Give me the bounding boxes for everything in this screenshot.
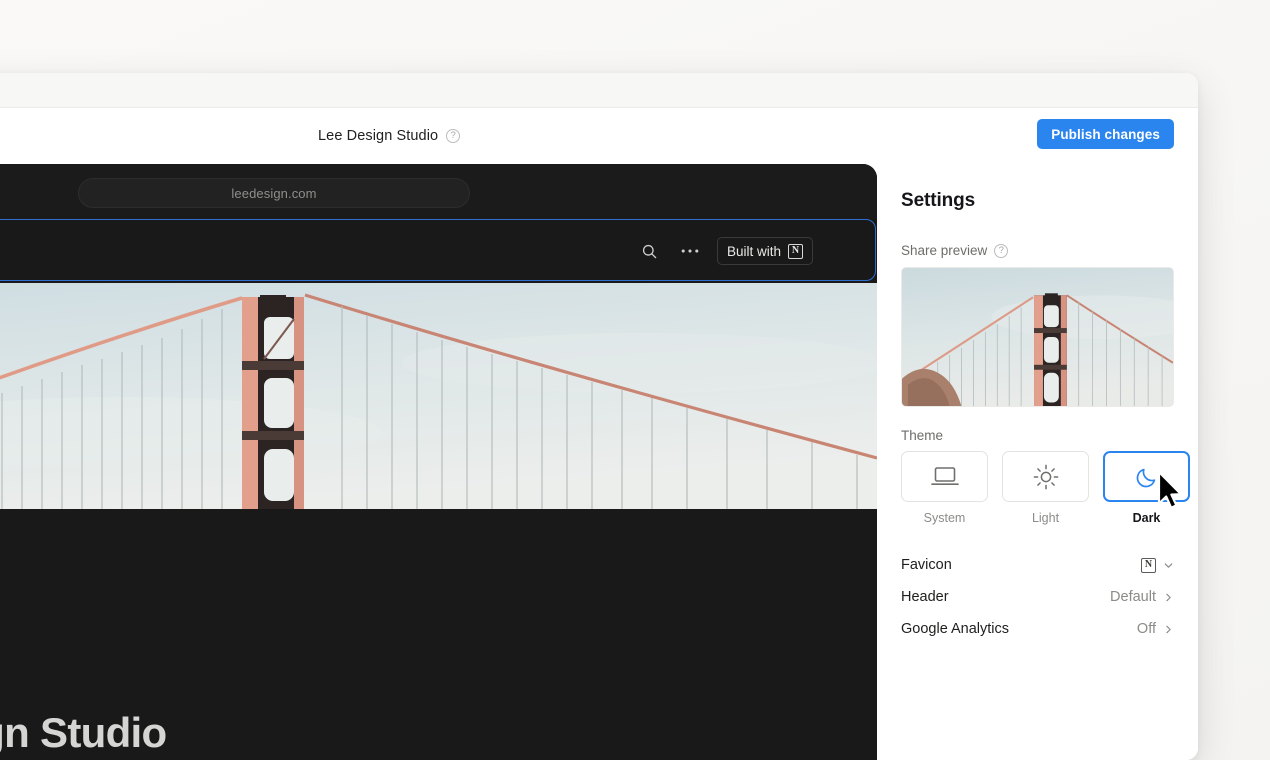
bridge-illustration: [0, 283, 877, 509]
theme-option-dark[interactable]: Dark: [1103, 451, 1190, 525]
page-title: Lee Design Studio: [318, 128, 438, 144]
settings-rows: Favicon N Header Default: [901, 549, 1174, 645]
ellipsis-icon[interactable]: [677, 238, 703, 264]
settings-row-label: Header: [901, 589, 949, 605]
settings-row-value: Default: [1110, 589, 1156, 605]
help-circle-icon[interactable]: ?: [446, 129, 460, 143]
notion-logo-icon: N: [1141, 558, 1156, 573]
built-with-notion-badge[interactable]: Built with N: [717, 237, 813, 265]
sun-icon: [1032, 463, 1060, 491]
preview-url-bar[interactable]: leedesign.com: [78, 178, 470, 208]
share-preview-label: Share preview: [901, 243, 987, 258]
header-title-group: Lee Design Studio ?: [318, 108, 460, 164]
settings-row-label: Favicon: [901, 557, 952, 573]
moon-icon: [1134, 464, 1160, 490]
site-nav-bar: Built with N: [0, 219, 876, 281]
theme-label-dark: Dark: [1103, 511, 1190, 525]
settings-row-favicon[interactable]: Favicon N: [901, 549, 1174, 581]
laptop-icon: [929, 464, 961, 490]
settings-row-header[interactable]: Header Default: [901, 581, 1174, 613]
preview-url-text: leedesign.com: [231, 186, 316, 201]
theme-label-light: Light: [1002, 511, 1089, 525]
settings-row-google-analytics[interactable]: Google Analytics Off: [901, 613, 1174, 645]
help-circle-icon[interactable]: ?: [994, 244, 1008, 258]
bridge-thumbnail-illustration: [902, 268, 1173, 406]
theme-label-system: System: [901, 511, 988, 525]
window-body: leedesign.com: [0, 164, 1198, 760]
chevron-right-icon: [1163, 624, 1174, 635]
site-hero-title: Lee Design Studio: [0, 709, 166, 757]
settings-row-value-group: Off: [1137, 621, 1174, 637]
share-preview-label-row: Share preview ?: [901, 243, 1174, 258]
built-with-label: Built with: [727, 244, 781, 259]
settings-row-label: Google Analytics: [901, 621, 1009, 637]
theme-option-group: System: [901, 451, 1174, 525]
theme-label: Theme: [901, 428, 1174, 443]
share-preview-thumbnail[interactable]: [901, 267, 1174, 407]
settings-panel: Settings Share preview ?: [877, 164, 1198, 760]
hero-image: [0, 283, 877, 509]
theme-option-system[interactable]: System: [901, 451, 988, 525]
notion-logo-icon: N: [788, 244, 803, 259]
publish-changes-button[interactable]: Publish changes: [1037, 119, 1174, 149]
preview-browser-chrome: leedesign.com: [0, 164, 877, 219]
chevron-right-icon: [1163, 592, 1174, 603]
theme-box-light: [1002, 451, 1089, 502]
settings-window: Lee Design Studio ? Publish changes leed…: [0, 73, 1198, 760]
settings-row-value-group: Default: [1110, 589, 1174, 605]
settings-title: Settings: [901, 190, 1174, 212]
search-icon[interactable]: [637, 238, 663, 264]
site-nav-actions: Built with N: [637, 220, 813, 282]
theme-option-light[interactable]: Light: [1002, 451, 1089, 525]
theme-box-dark: [1103, 451, 1190, 502]
site-preview: leedesign.com: [0, 164, 877, 760]
page-root: Lee Design Studio ? Publish changes leed…: [0, 0, 1270, 760]
chevron-down-icon: [1163, 560, 1174, 571]
settings-row-value-group: N: [1141, 558, 1174, 573]
settings-row-value: Off: [1137, 621, 1156, 637]
window-titlebar: [0, 73, 1198, 108]
theme-box-system: [901, 451, 988, 502]
window-header: Lee Design Studio ? Publish changes: [0, 108, 1198, 164]
